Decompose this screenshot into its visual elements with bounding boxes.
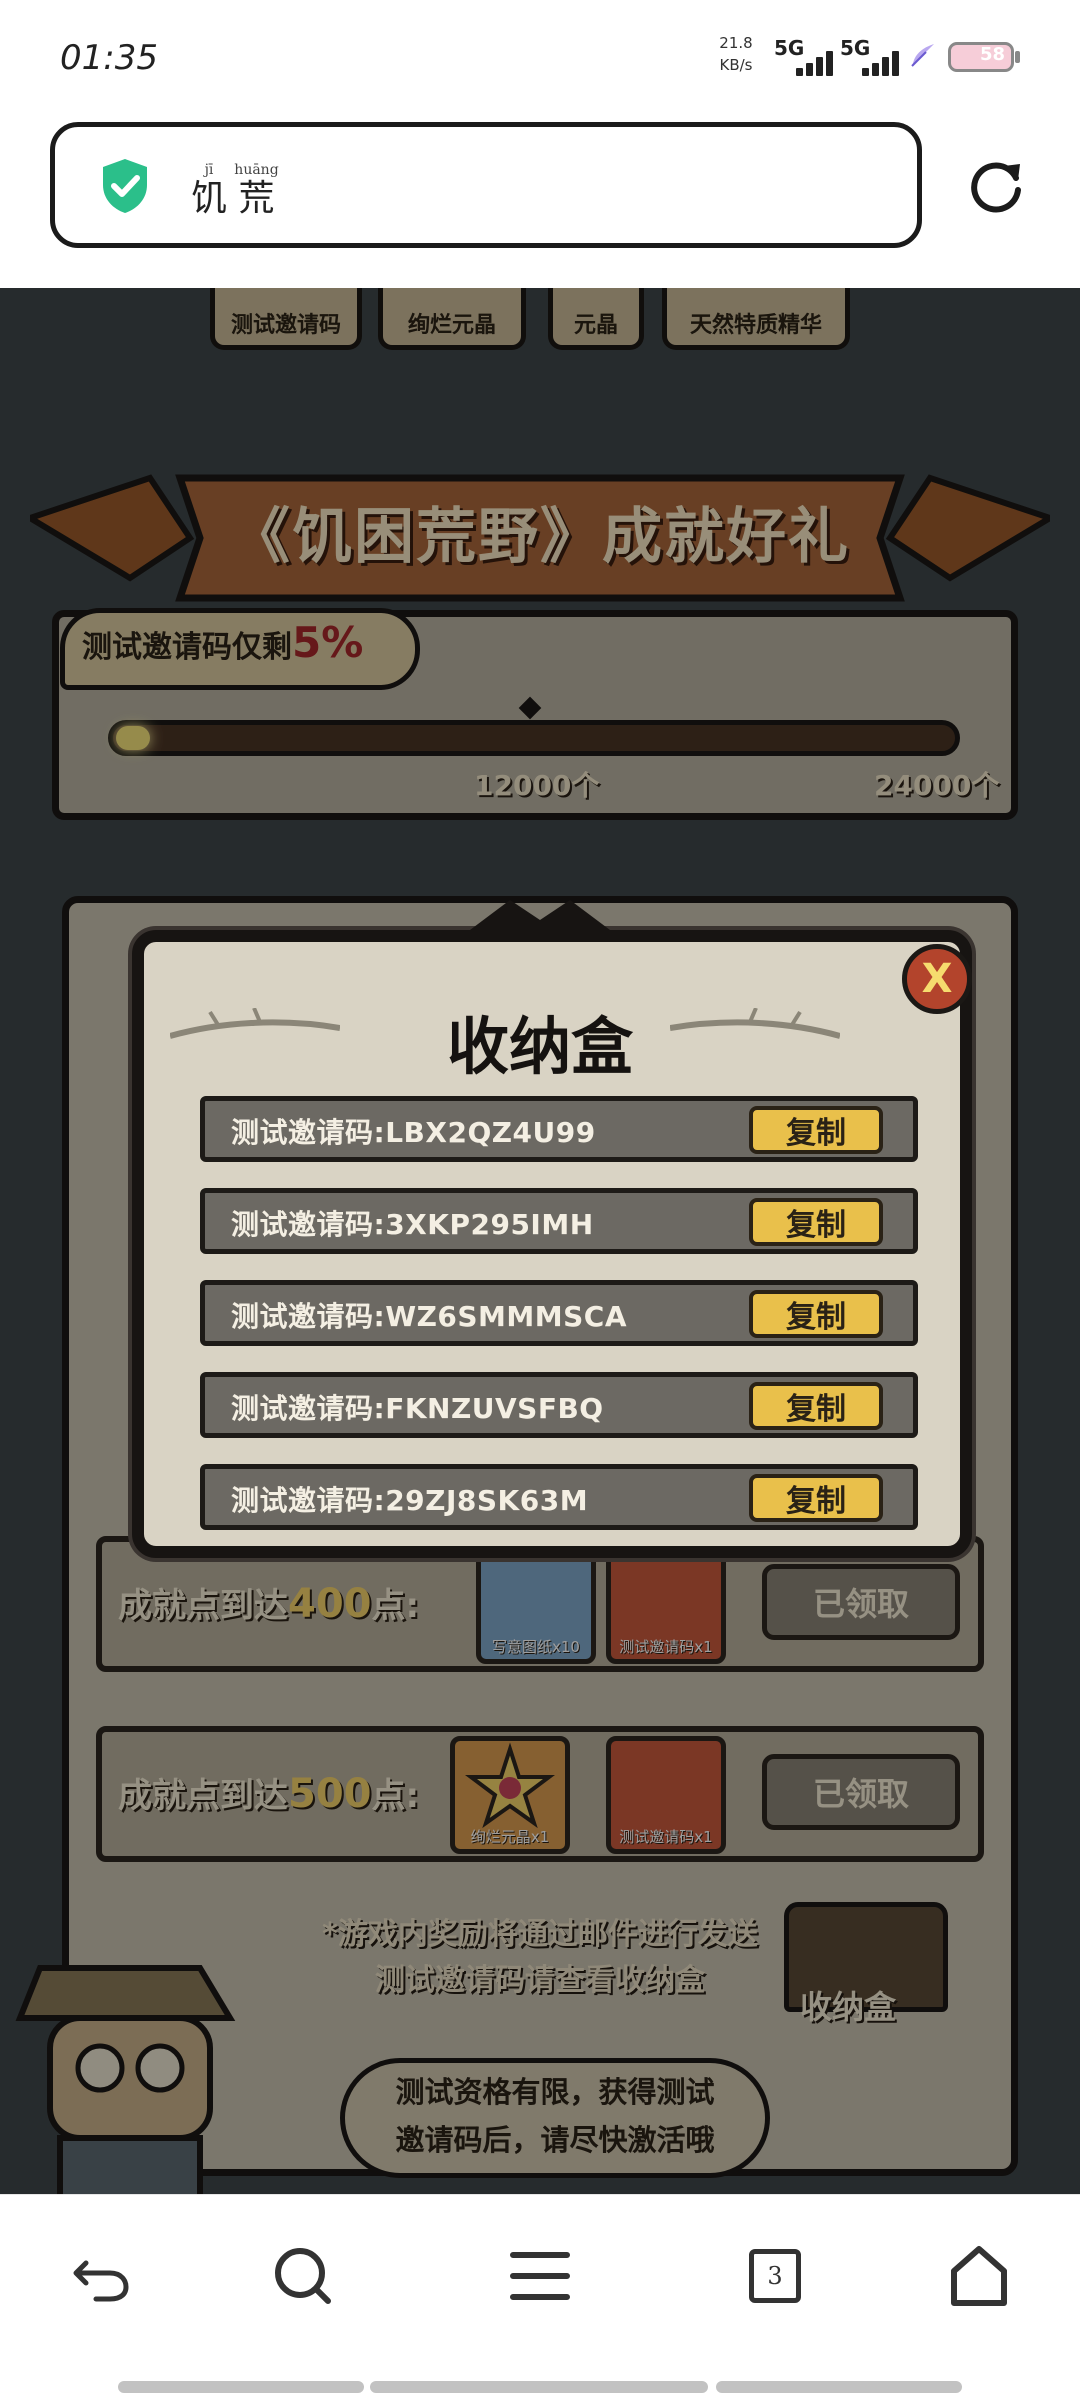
progress-fill	[116, 726, 150, 750]
reward-tabs: 测试邀请码 绚烂元晶 元晶 天然特质精华	[210, 288, 870, 358]
invite-code-text: 测试邀请码:29ZJ8SK63M	[231, 1484, 589, 1517]
copy-button[interactable]: 复制	[749, 1474, 883, 1522]
invite-code-row: 测试邀请码:LBX2QZ4U99 复制	[200, 1096, 918, 1162]
status-bar: 01:35 21.8 KB/s 5G 5G 58	[0, 0, 1080, 115]
speech-bubble-text: 测试资格有限，获得测试 邀请码后，请尽快激活哦	[395, 2075, 715, 2157]
branch-ornament-left	[170, 1008, 340, 1039]
back-icon[interactable]	[66, 2241, 136, 2311]
battery-icon: 58	[948, 42, 1014, 72]
reward-blueprint[interactable]: 写意图纸x10	[476, 1546, 596, 1664]
reward-brilliant-crystal[interactable]: 绚烂元晶x1	[450, 1736, 570, 1854]
refresh-icon[interactable]	[966, 156, 1026, 216]
tabs-button[interactable]: 3	[740, 2241, 810, 2311]
tab-count: 3	[749, 2249, 801, 2303]
reward-invite-code[interactable]: 测试邀请码x1	[606, 1546, 726, 1664]
mascot-character-icon	[15, 1965, 236, 2194]
claimed-button[interactable]: 已领取	[762, 1564, 960, 1640]
battery-cap	[1015, 51, 1020, 63]
claimed-button[interactable]: 已领取	[762, 1754, 960, 1830]
remaining-text: 测试邀请码仅剩5%	[82, 618, 364, 667]
feather-icon	[911, 44, 934, 67]
invite-code-text: 测试邀请码:LBX2QZ4U99	[231, 1116, 596, 1149]
tab-crystal[interactable]: 元晶	[548, 288, 644, 350]
modal-crest-ornament	[470, 900, 610, 930]
copy-button[interactable]: 复制	[749, 1106, 883, 1154]
reward-invite-code[interactable]: 测试邀请码x1	[606, 1736, 726, 1854]
invite-code-text: 测试邀请码:WZ6SMMMSCA	[231, 1300, 628, 1333]
remaining-percent: 5%	[292, 618, 364, 667]
status-time: 01:35	[60, 38, 158, 78]
modal-title: 收纳盒	[446, 1010, 633, 1083]
gesture-bar-segment	[118, 2381, 364, 2393]
tab-invite-code[interactable]: 测试邀请码	[210, 288, 362, 350]
network-speed: 21.8 KB/s	[719, 34, 753, 74]
copy-button[interactable]: 复制	[749, 1198, 883, 1246]
storage-box-button[interactable]: 收纳盒	[800, 1982, 896, 2028]
invite-code-row: 测试邀请码:3XKP295IMH 复制	[200, 1188, 918, 1254]
address-bar[interactable]: 饥jī 荒huāng	[50, 122, 922, 248]
progress-track	[108, 720, 960, 756]
menu-icon[interactable]	[505, 2241, 575, 2311]
gesture-bar-segment	[716, 2381, 962, 2393]
invite-code-text: 测试邀请码:3XKP295IMH	[231, 1208, 594, 1241]
invite-code-row: 测试邀请码:FKNZUVSFBQ 复制	[200, 1372, 918, 1438]
mail-notice: *游戏内奖励将通过邮件进行发送 测试邀请码请查看收纳盒	[322, 1917, 758, 1998]
invite-code-text: 测试邀请码:FKNZUVSFBQ	[231, 1392, 604, 1425]
achievement-label: 成就点到达400点:	[118, 1581, 420, 1627]
tab-natural-essence[interactable]: 天然特质精华	[662, 288, 850, 350]
achievement-label: 成就点到达500点:	[118, 1771, 420, 1817]
invite-code-row: 测试邀请码:WZ6SMMMSCA 复制	[200, 1280, 918, 1346]
invite-code-row: 测试邀请码:29ZJ8SK63M 复制	[200, 1464, 918, 1530]
browser-bottom-nav: 3	[0, 2194, 1080, 2400]
search-icon[interactable]	[268, 2241, 338, 2311]
gesture-bar-segment	[370, 2381, 708, 2393]
tick-label-end: 24000个	[874, 769, 1000, 802]
tick-label-mid: 12000个	[474, 769, 600, 802]
copy-button[interactable]: 复制	[749, 1382, 883, 1430]
home-icon[interactable]	[944, 2241, 1014, 2311]
close-button[interactable]: X	[902, 944, 972, 1014]
tab-brilliant-crystal[interactable]: 绚烂元晶	[378, 288, 526, 350]
game-webview: 测试邀请码 绚烂元晶 元晶 天然特质精华 《饥困荒野》成就好礼 测试邀请码仅剩5…	[0, 288, 1080, 2194]
shield-check-icon	[103, 159, 147, 213]
copy-button[interactable]: 复制	[749, 1290, 883, 1338]
star-crystal-icon	[465, 1742, 555, 1829]
banner-title: 《饥困荒野》成就好礼	[230, 502, 850, 572]
page-title: 饥jī 荒huāng	[191, 162, 279, 219]
